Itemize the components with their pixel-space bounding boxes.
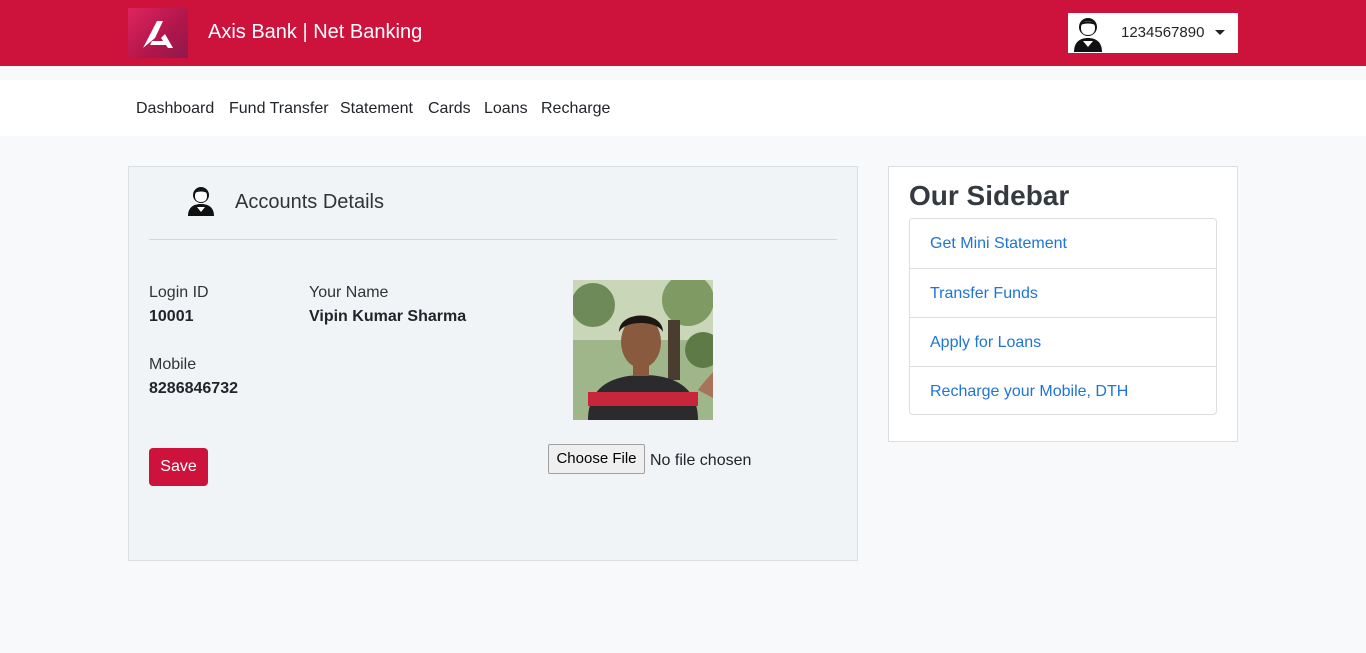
choose-file-button[interactable]: Choose File — [548, 444, 645, 474]
nav-dashboard[interactable]: Dashboard — [136, 100, 214, 118]
axis-logo-icon — [143, 21, 173, 48]
mobile-label: Mobile — [149, 356, 197, 373]
sidebar-link-apply-loans[interactable]: Apply for Loans — [910, 317, 1216, 366]
sidebar-link-transfer-funds[interactable]: Transfer Funds — [910, 268, 1216, 317]
login-id-label: Login ID — [149, 284, 209, 301]
profile-photo — [573, 280, 713, 420]
name-value: Vipin Kumar Sharma — [309, 308, 467, 325]
nav-recharge[interactable]: Recharge — [541, 100, 610, 118]
axis-logo[interactable] — [128, 8, 188, 58]
nav-fund-transfer[interactable]: Fund Transfer — [229, 100, 329, 118]
sidebar-link-recharge[interactable]: Recharge your Mobile, DTH — [910, 366, 1216, 415]
login-id-value: 10001 — [149, 308, 194, 325]
sidebar-link-mini-statement[interactable]: Get Mini Statement — [910, 219, 1216, 268]
user-id-text: 1234567890 — [1121, 24, 1205, 41]
sidebar-card: Our Sidebar Get Mini Statement Transfer … — [888, 166, 1238, 442]
top-header: Axis Bank | Net Banking 1234567890 — [0, 0, 1366, 66]
header-spacer — [0, 66, 1366, 80]
mobile-value: 8286846732 — [149, 380, 238, 397]
name-label: Your Name — [309, 284, 389, 301]
card-title: Accounts Details — [235, 191, 384, 213]
sidebar-list: Get Mini Statement Transfer Funds Apply … — [909, 218, 1217, 415]
main-nav: Dashboard Fund Transfer Statement Cards … — [0, 80, 1366, 136]
file-status-text: No file chosen — [650, 452, 752, 469]
user-icon — [188, 187, 214, 216]
card-divider — [149, 239, 837, 240]
brand-title: Axis Bank | Net Banking — [208, 21, 423, 43]
chevron-down-icon — [1215, 30, 1225, 35]
user-dropdown[interactable]: 1234567890 — [1068, 13, 1238, 53]
nav-cards[interactable]: Cards — [428, 100, 471, 118]
nav-statement[interactable]: Statement — [340, 100, 413, 118]
nav-loans[interactable]: Loans — [484, 100, 528, 118]
user-avatar-icon — [1074, 18, 1102, 52]
save-button[interactable]: Save — [149, 448, 208, 486]
account-details-card: Accounts Details Login ID 10001 Your Nam… — [128, 166, 858, 561]
sidebar-title: Our Sidebar — [909, 180, 1070, 211]
